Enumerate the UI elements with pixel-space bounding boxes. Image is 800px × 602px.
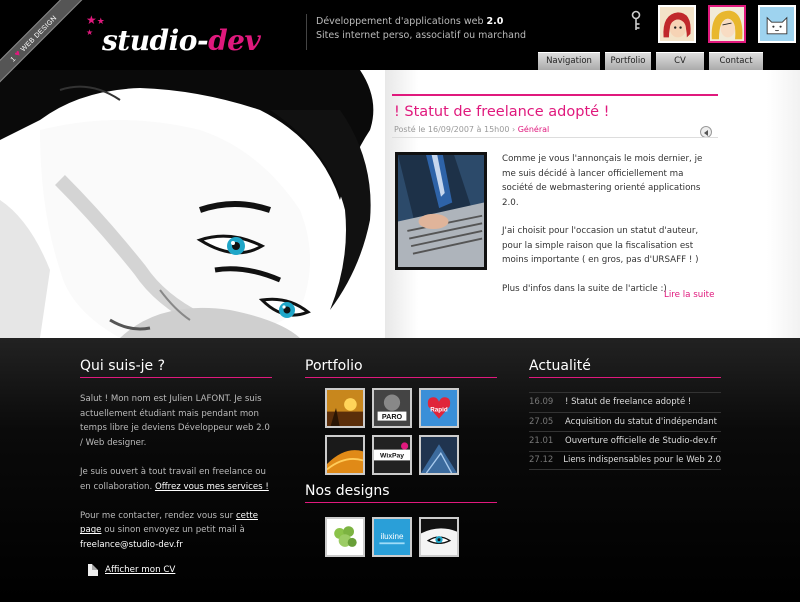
web-design-ribbon: 1 ♥ WEB DESIGN [0,0,90,90]
news-link[interactable]: ! Statut de freelance adopté ! [565,397,691,407]
post-meta: Posté le 16/09/2007 à 15h00 › Général [394,125,550,134]
designs-title: Nos designs [305,483,497,503]
post-category[interactable]: Général [518,125,550,134]
avatar-blonde-girl[interactable] [708,5,746,43]
news-date: 16.09 [529,397,554,408]
nav-tab-navigation[interactable]: Navigation [538,52,600,70]
post-title[interactable]: ! Statut de freelance adopté ! [394,104,610,120]
svg-text:WixPay: WixPay [380,453,404,460]
featured-post: ! Statut de freelance adopté ! Posté le … [388,94,718,324]
design-item-eye[interactable] [419,517,459,557]
news-link[interactable]: Ouverture officielle de Studio-dev.fr [565,436,717,446]
nav-tab-contact[interactable]: Contact [709,52,763,70]
show-cv-link[interactable]: Afficher mon CV [88,564,272,577]
about-title: Qui suis-je ? [80,358,272,378]
portfolio-item-orange-abstract[interactable] [325,435,365,475]
ribbon-text: WEB DESIGN [19,14,59,54]
news-title: Actualité [529,358,721,378]
post-excerpt: Comme je vous l'annonçais le mois dernie… [502,154,703,294]
news-link[interactable]: Acquisition du statut d'indépendant [565,417,717,427]
news-item[interactable]: 27.05 Acquisition du statut d'indépendan… [529,411,721,432]
hero-section: ! Statut de freelance adopté ! Posté le … [0,70,800,338]
logo-text-dev: dev [208,24,261,57]
portfolio-item-blue-abstract[interactable] [419,435,459,475]
news-list: 16.09 ! Statut de freelance adopté ! 27.… [529,392,721,470]
design-item-iluxine[interactable]: iluxine [372,517,412,557]
main-nav: Navigation Portfolio CV Contact [538,52,768,70]
news-item[interactable]: 16.09 ! Statut de freelance adopté ! [529,392,721,412]
designs-grid: iluxine [325,517,497,557]
news-item[interactable]: 21.01 Ouverture officielle de Studio-dev… [529,431,721,451]
portfolio-column: Portfolio PARO Rapid WixPay Nos designs [305,358,497,557]
portfolio-item-wixpay[interactable]: WixPay [372,435,412,475]
services-link[interactable]: Offrez vous mes services ! [155,482,269,492]
avatar-cat[interactable] [758,5,796,43]
about-text: Salut ! Mon nom est Julien LAFONT. Je su… [80,394,270,550]
document-icon [88,564,98,577]
svg-text:PARO: PARO [382,412,403,421]
portfolio-item-sunset[interactable] [325,388,365,428]
email-address[interactable]: freelance@studio-dev.fr [80,540,183,550]
news-column: Actualité 16.09 ! Statut de freelance ad… [529,358,721,470]
tagline: Développement d'applications web 2.0 Sit… [316,16,527,41]
post-thumbnail [395,152,487,270]
news-item[interactable]: 27.12 Liens indispensables pour le Web 2… [529,450,721,470]
news-date: 27.12 [529,455,554,466]
news-link[interactable]: Liens indispensables pour le Web 2.0 [563,455,721,465]
logo-text-studio: studio- [102,24,209,57]
design-item-green[interactable] [325,517,365,557]
svg-text:iluxine: iluxine [381,532,404,541]
footer-section: Qui suis-je ? Salut ! Mon nom est Julien… [0,338,800,602]
portfolio-item-paro[interactable]: PARO [372,388,412,428]
header-divider [306,14,307,50]
site-logo[interactable]: ★★ ★ studio-dev [86,14,296,57]
news-date: 27.05 [529,416,554,427]
nav-tab-cv[interactable]: CV [656,52,704,70]
portfolio-item-rapid[interactable]: Rapid [419,388,459,428]
header: 1 ♥ WEB DESIGN ★★ ★ studio-dev Développe… [0,0,800,90]
portfolio-title: Portfolio [305,358,497,378]
news-date: 21.01 [529,436,554,447]
svg-text:Rapid: Rapid [430,407,448,414]
portfolio-grid: PARO Rapid WixPay [325,388,497,475]
avatar-girl-red-hair[interactable] [658,5,696,43]
about-column: Qui suis-je ? Salut ! Mon nom est Julien… [80,358,272,577]
read-more-link[interactable]: Lire la suite [664,290,714,300]
hero-illustration [0,70,420,338]
key-icon[interactable] [628,10,644,32]
nav-tab-portfolio[interactable]: Portfolio [605,52,651,70]
